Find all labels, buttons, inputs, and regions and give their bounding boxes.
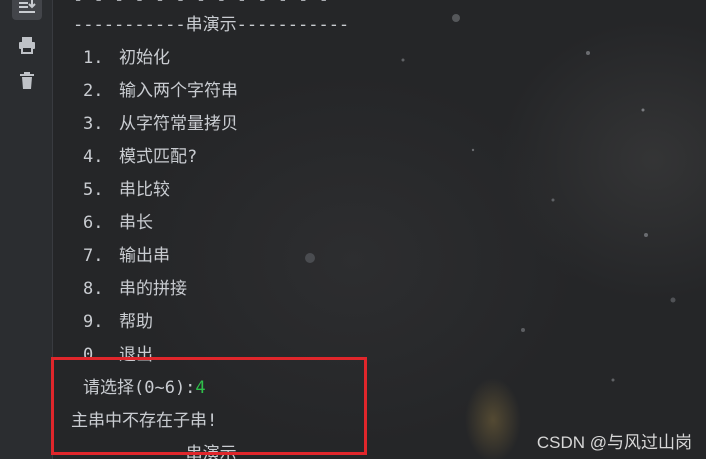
clear-console-button[interactable] [12,67,42,95]
print-button[interactable] [12,31,42,59]
console-toolbar [0,0,53,459]
menu-item-2: 2. 输入两个字符串 [83,81,238,101]
scroll-to-end-icon [19,0,36,13]
result-message: 主串中不存在子串! [71,411,218,431]
watermark: CSDN @与风过山岗 [536,433,692,452]
trash-icon [20,72,34,89]
menu-divider-bottom: -----------串演示----------- [73,444,350,459]
menu-item-5: 5. 串比较 [83,180,170,200]
previous-output-line: - - - - - - - - - - - - - [73,0,329,10]
menu-item-0: 0. 退出 [83,345,153,365]
scroll-to-end-button[interactable] [12,0,42,20]
menu-item-6: 6. 串长 [83,213,153,233]
menu-item-1: 1. 初始化 [83,48,170,68]
menu-item-4: 4. 模式匹配? [83,147,198,167]
user-input-value: 4 [195,378,206,398]
menu-item-7: 7. 输出串 [83,246,170,266]
menu-item-9: 9. 帮助 [83,312,153,332]
menu-divider-top: -----------串演示----------- [73,15,350,35]
print-icon [19,37,35,54]
menu-item-8: 8. 串的拼接 [83,279,187,299]
menu-item-3: 3. 从字符常量拷贝 [83,114,238,134]
console-output[interactable]: - - - - - - - - - - - - - -----------串演示… [53,0,706,459]
choice-prompt: 请选择(0~6):4 [83,378,206,398]
